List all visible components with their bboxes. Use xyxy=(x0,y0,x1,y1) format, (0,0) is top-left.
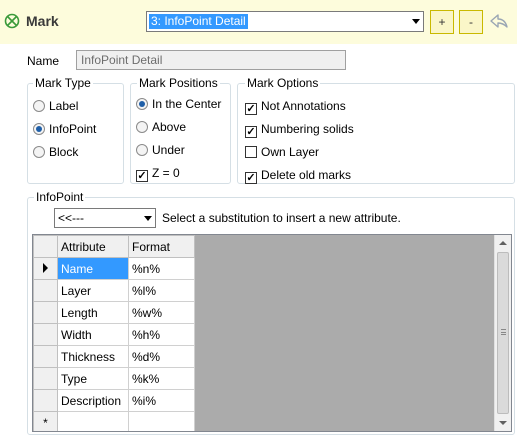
format-cell[interactable]: %d% xyxy=(128,345,195,368)
scroll-up-icon[interactable] xyxy=(499,241,507,245)
numbering-solids-checkbox[interactable]: ✓ Numbering solids xyxy=(245,121,354,138)
attribute-grid[interactable]: Attribute Format Name %n% Layer %l% Leng… xyxy=(32,234,512,432)
attribute-cell-new[interactable] xyxy=(57,411,129,431)
name-label: Name xyxy=(27,54,60,68)
format-cell-new[interactable] xyxy=(128,411,195,431)
mark-type-group: Mark Type Label InfoPoint Block xyxy=(27,76,124,184)
row-selector[interactable] xyxy=(33,301,58,324)
checkbox-icon xyxy=(245,146,257,158)
radio-selected-icon xyxy=(33,123,45,135)
header-title: Mark xyxy=(26,13,59,29)
mark-type-title: Mark Type xyxy=(33,76,93,90)
vertical-scrollbar[interactable] xyxy=(494,235,511,431)
substitution-dropdown[interactable]: <<--- xyxy=(54,208,156,228)
radio-label: Label xyxy=(49,99,79,113)
format-cell[interactable]: %i% xyxy=(128,389,195,412)
format-cell[interactable]: %l% xyxy=(128,279,195,302)
mark-select-value: 3: InfoPoint Detail xyxy=(149,14,248,29)
table-row[interactable]: Width %h% xyxy=(33,323,195,346)
chevron-down-icon xyxy=(144,216,152,221)
new-row[interactable]: * xyxy=(33,411,195,431)
name-field[interactable]: InfoPoint Detail xyxy=(76,50,346,70)
table-row[interactable]: Description %i% xyxy=(33,389,195,412)
radio-label: Under xyxy=(152,143,185,157)
row-selector[interactable] xyxy=(33,367,58,390)
mark-type-infopoint-radio[interactable]: InfoPoint xyxy=(33,121,96,137)
row-selector[interactable] xyxy=(33,323,58,346)
column-header-attribute[interactable]: Attribute xyxy=(57,235,129,258)
grip-icon xyxy=(501,329,506,335)
back-arrow-icon[interactable] xyxy=(488,12,510,32)
delete-old-marks-checkbox[interactable]: ✓ Delete old marks xyxy=(245,167,352,184)
mark-type-label-radio[interactable]: Label xyxy=(33,98,78,114)
mark-header: Mark 3: InfoPoint Detail + - xyxy=(0,0,517,44)
attribute-cell[interactable]: Layer xyxy=(57,279,129,302)
table-row[interactable]: Type %k% xyxy=(33,367,195,390)
radio-label: Block xyxy=(49,145,79,159)
current-row-arrow-icon xyxy=(43,262,48,273)
radio-label: Above xyxy=(152,120,187,134)
checkbox-label: Z = 0 xyxy=(152,166,180,180)
substitution-hint: Select a substitution to insert a new at… xyxy=(162,211,401,225)
attribute-cell[interactable]: Description xyxy=(57,389,129,412)
checkbox-checked-icon: ✓ xyxy=(245,126,257,138)
radio-label: In the Center xyxy=(152,97,222,111)
substitution-value: <<--- xyxy=(58,211,85,225)
checkbox-label: Not Annotations xyxy=(261,99,346,113)
not-annotations-checkbox[interactable]: ✓ Not Annotations xyxy=(245,98,346,115)
table-row[interactable]: Name %n% xyxy=(33,257,195,280)
chevron-down-icon xyxy=(412,19,420,24)
column-header-format[interactable]: Format xyxy=(128,235,195,258)
circle-x-icon xyxy=(4,13,20,29)
format-cell[interactable]: %k% xyxy=(128,367,195,390)
radio-icon xyxy=(136,144,148,156)
add-mark-button[interactable]: + xyxy=(430,10,454,34)
remove-mark-button[interactable]: - xyxy=(459,10,483,34)
checkbox-label: Numbering solids xyxy=(261,122,354,136)
table-row[interactable]: Length %w% xyxy=(33,301,195,324)
checkbox-label: Own Layer xyxy=(261,145,320,159)
attribute-cell[interactable]: Name xyxy=(57,257,129,280)
radio-icon xyxy=(136,121,148,133)
own-layer-checkbox[interactable]: Own Layer xyxy=(245,144,319,160)
radio-icon xyxy=(33,100,45,112)
row-selector[interactable] xyxy=(33,389,58,412)
mark-positions-group: Mark Positions In the Center Above Under… xyxy=(130,76,231,184)
row-selector[interactable] xyxy=(33,257,58,280)
new-row-marker: * xyxy=(33,411,58,431)
mark-type-block-radio[interactable]: Block xyxy=(33,144,78,160)
attribute-cell[interactable]: Type xyxy=(57,367,129,390)
attribute-table: Attribute Format Name %n% Layer %l% Leng… xyxy=(33,235,195,431)
table-header-row: Attribute Format xyxy=(33,235,195,258)
row-selector[interactable] xyxy=(33,345,58,368)
checkbox-checked-icon: ✓ xyxy=(136,170,148,182)
format-cell[interactable]: %h% xyxy=(128,323,195,346)
z-zero-checkbox[interactable]: ✓ Z = 0 xyxy=(136,165,180,182)
checkbox-checked-icon: ✓ xyxy=(245,103,257,115)
format-cell[interactable]: %w% xyxy=(128,301,195,324)
format-cell[interactable]: %n% xyxy=(128,257,195,280)
scroll-thumb[interactable] xyxy=(497,252,509,414)
position-center-radio[interactable]: In the Center xyxy=(136,96,221,112)
attribute-cell[interactable]: Thickness xyxy=(57,345,129,368)
radio-label: InfoPoint xyxy=(49,122,97,136)
infopoint-title: InfoPoint xyxy=(34,190,86,204)
radio-icon xyxy=(33,146,45,158)
mark-select-dropdown[interactable]: 3: InfoPoint Detail xyxy=(146,11,424,32)
row-header-corner xyxy=(33,235,58,258)
table-row[interactable]: Layer %l% xyxy=(33,279,195,302)
attribute-cell[interactable]: Length xyxy=(57,301,129,324)
radio-selected-icon xyxy=(136,98,148,110)
scroll-down-icon[interactable] xyxy=(499,421,507,425)
checkbox-label: Delete old marks xyxy=(261,168,352,182)
mark-options-group: Mark Options ✓ Not Annotations ✓ Numbering… xyxy=(237,76,515,184)
table-row[interactable]: Thickness %d% xyxy=(33,345,195,368)
position-under-radio[interactable]: Under xyxy=(136,142,185,158)
mark-positions-title: Mark Positions xyxy=(137,76,220,90)
attribute-cell[interactable]: Width xyxy=(57,323,129,346)
row-selector[interactable] xyxy=(33,279,58,302)
position-above-radio[interactable]: Above xyxy=(136,119,186,135)
mark-options-title: Mark Options xyxy=(245,76,321,90)
checkbox-checked-icon: ✓ xyxy=(245,172,257,184)
